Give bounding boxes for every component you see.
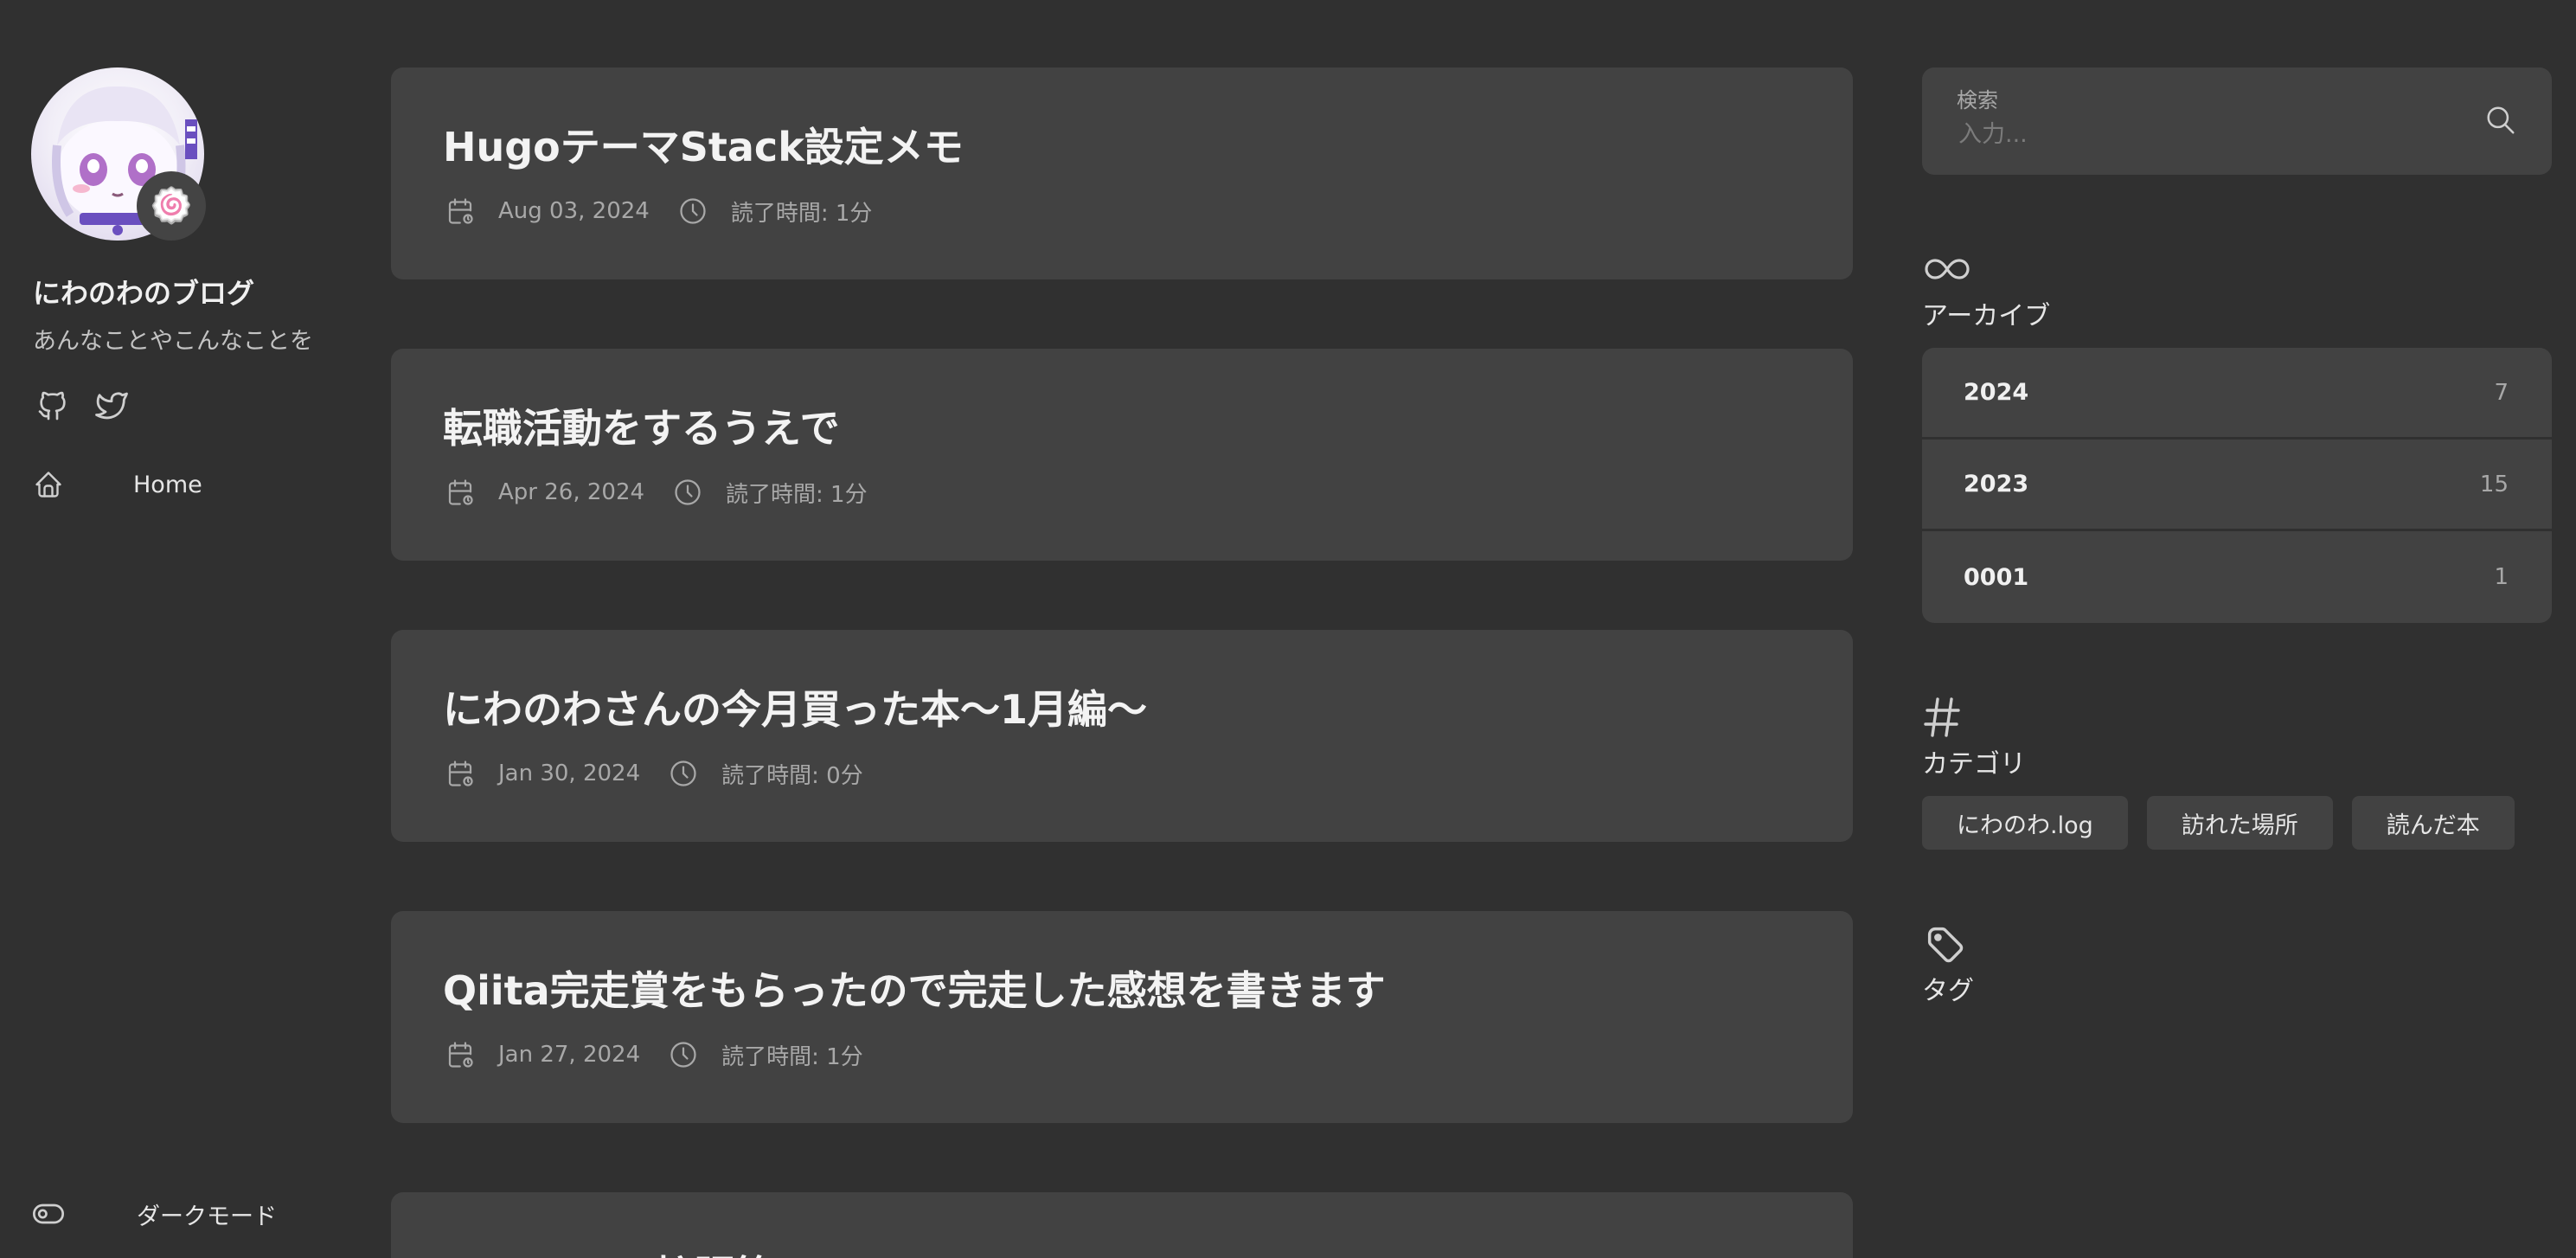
article-card[interactable]: 転職活動をするうえで Apr 26, 2024 読了時間: 1分 [391,349,1853,561]
archives-list: 2024 7 2023 15 0001 1 [1922,348,2552,623]
calendar-icon [443,194,477,228]
clock-icon [666,756,701,791]
article-date: Aug 03, 2024 [498,198,650,224]
article-meta: Aug 03, 2024 読了時間: 1分 [443,194,872,228]
dark-mode-toggle[interactable]: ダークモード [31,1197,277,1231]
article-title[interactable]: 転職活動をするうえで [443,397,840,454]
calendar-icon [443,475,477,510]
search-icon [2487,106,2515,134]
article-card[interactable]: Qiita完走賞をもらったので完走した感想を書きます Jan 27, 2024 … [391,911,1853,1123]
archive-item-0001[interactable]: 0001 1 [1922,531,2552,623]
search-label: 検索 [1957,88,1998,112]
article-reading-time: 読了時間: 1分 [721,1043,863,1070]
article-title[interactable]: HugoテーマStack設定メモ [443,116,964,173]
infinity-icon [1922,247,2552,291]
categories-title: カテゴリ [1922,749,2026,780]
left-sidebar: 🍥 にわのわのブログ あんなことやこんなことを Home ダークモード [0,0,363,1258]
search-input[interactable] [1957,116,2445,152]
archive-count: 15 [2479,471,2509,497]
article-meta: Jan 30, 2024 読了時間: 0分 [443,756,863,791]
avatar-container[interactable]: 🍥 [31,67,206,241]
nav-item-home[interactable]: Home [33,469,202,500]
article-date: Jan 30, 2024 [498,761,641,786]
home-icon [35,472,61,497]
social-links [33,386,131,426]
category-niwanowa-log[interactable]: にわのわ.log [1922,796,2128,850]
article-date: Apr 26, 2024 [498,479,645,505]
tags-widget-header: タグ [1922,922,2552,1007]
site-name[interactable]: にわのわのブログ [33,272,254,311]
archive-item-2023[interactable]: 2023 15 [1922,440,2552,531]
clock-icon [670,475,705,510]
search-form: 検索 [1922,67,2552,175]
article-card[interactable]: HugoテーマStack設定メモ Aug 03, 2024 読了時間: 1分 [391,67,1853,279]
twitter-icon[interactable] [92,386,131,426]
clock-icon [666,1037,701,1072]
avatar-emoji-badge: 🍥 [137,171,206,241]
archive-count: 1 [2494,564,2509,590]
nav-item-home-label: Home [133,471,202,498]
article-reading-time: 読了時間: 1分 [726,481,868,508]
article-title[interactable]: Dalamud 拡張策メモ [443,1244,855,1258]
hash-icon [1922,696,2552,739]
category-read-books[interactable]: 読んだ本 [2351,796,2515,850]
categories-widget-header: カテゴリ [1922,696,2552,780]
category-visited-places[interactable]: 訪れた場所 [2146,796,2333,850]
article-list: HugoテーマStack設定メモ Aug 03, 2024 読了時間: 1分 転… [391,67,1853,1258]
archive-year: 0001 [1964,563,2029,591]
calendar-icon [443,756,477,791]
article-card[interactable]: にわのわさんの今月買った本〜1月編〜 Jan 30, 2024 読了時間: 0分 [391,630,1853,842]
tag-icon [1922,922,2552,966]
archive-year: 2023 [1964,471,2029,497]
clock-icon [676,194,710,228]
tags-title: タグ [1922,976,1974,1006]
calendar-icon [443,1037,477,1072]
archive-item-2024[interactable]: 2024 7 [1922,348,2552,440]
site-description: あんなことやこんなことを [33,328,313,355]
article-meta: Jan 27, 2024 読了時間: 1分 [443,1037,863,1072]
archive-count: 7 [2494,379,2509,406]
article-title[interactable]: Qiita完走賞をもらったので完走した感想を書きます [443,960,1386,1017]
article-meta: Apr 26, 2024 読了時間: 1分 [443,475,868,510]
article-title[interactable]: にわのわさんの今月買った本〜1月編〜 [443,678,1147,735]
search-button[interactable] [2481,100,2521,140]
archives-title: アーカイブ [1922,301,2051,331]
category-list: にわのわ.log 訪れた場所 読んだ本 [1922,796,2552,850]
archive-year: 2024 [1964,379,2029,406]
page: 🍥 にわのわのブログ あんなことやこんなことを Home ダークモード Hugo… [0,0,2576,1258]
archives-widget-header: アーカイブ [1922,247,2552,332]
toggle-icon [33,1203,64,1224]
article-card[interactable]: Dalamud 拡張策メモ [391,1192,1853,1258]
article-reading-time: 読了時間: 0分 [721,762,863,789]
article-reading-time: 読了時間: 1分 [730,200,873,227]
github-icon[interactable] [33,386,73,426]
dark-mode-label: ダークモード [137,1203,277,1230]
right-sidebar: 検索 アーカイブ 2024 7 2023 15 0 [1922,67,2552,1007]
article-date: Jan 27, 2024 [498,1042,641,1068]
